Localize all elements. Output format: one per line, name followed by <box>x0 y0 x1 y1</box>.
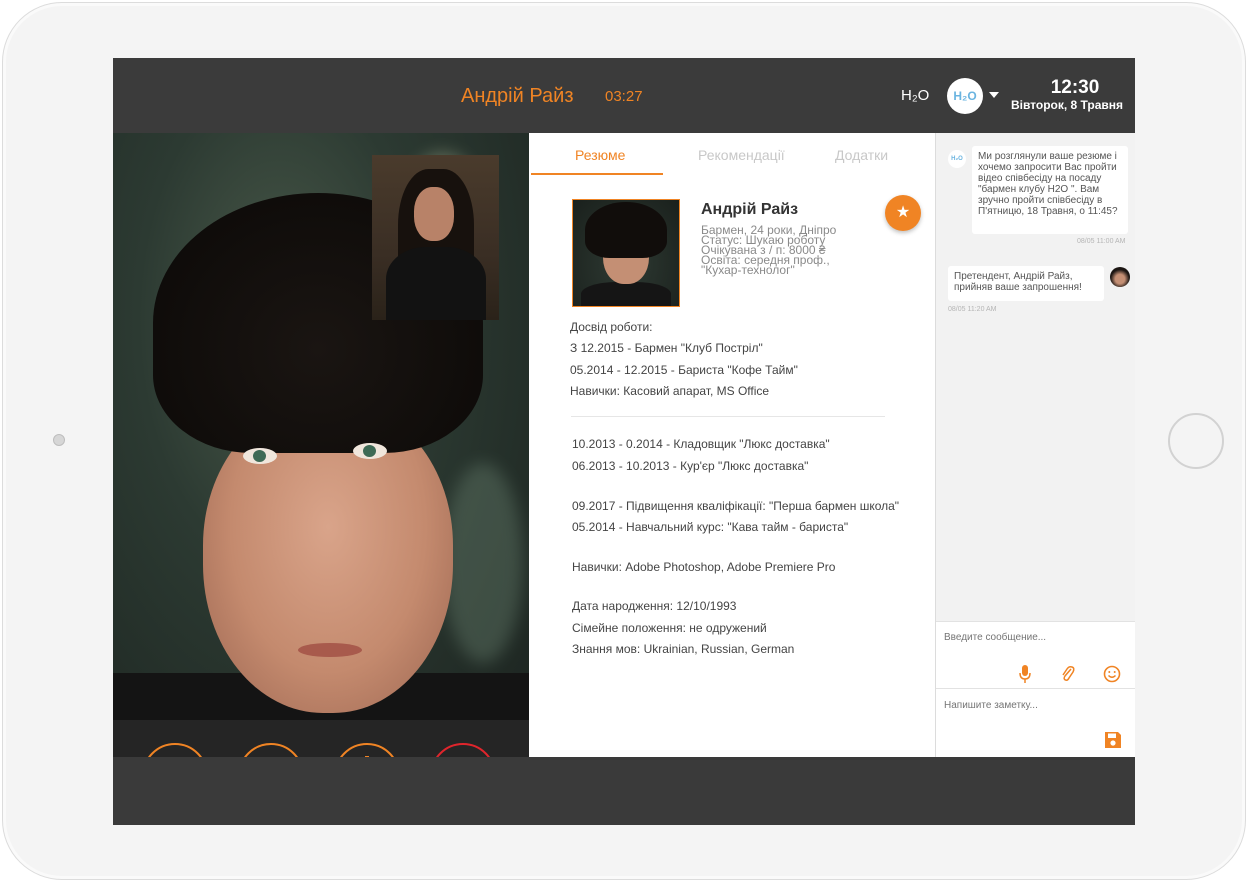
smiley-icon <box>1103 665 1121 683</box>
candidate-avatar <box>1110 267 1130 287</box>
resume-line: 05.2014 - 12.2015 - Бариста "Кофе Тайм" <box>570 363 798 377</box>
star-icon: ★ <box>895 204 911 221</box>
account-avatar[interactable]: H₂O <box>947 78 983 114</box>
company-avatar: H₂O <box>948 150 966 168</box>
tab-attachments[interactable]: Додатки <box>835 147 888 163</box>
video-feed <box>113 133 529 757</box>
home-button[interactable] <box>1168 413 1224 469</box>
message-timestamp: 08/05 11:00 AM <box>1077 238 1126 245</box>
candidate-name: Андрій Райз <box>701 201 799 218</box>
bottom-bar <box>113 757 1135 825</box>
caller-name: Андрій Райз <box>461 85 574 107</box>
add-participant-button[interactable] <box>334 743 400 757</box>
eye <box>353 443 387 459</box>
call-timer: 03:27 <box>605 88 643 105</box>
message-input[interactable] <box>944 632 1124 643</box>
resume-line: 05.2014 - Навчальний курс: "Кава тайм - … <box>572 520 849 534</box>
resume-line: Сімейне положення: не одружений <box>572 621 767 635</box>
paperclip-icon <box>1062 666 1075 681</box>
avatar-text: H₂O <box>953 89 977 103</box>
tab-recommendations[interactable]: Рекомендації <box>698 147 785 163</box>
video-toggle-button[interactable] <box>142 743 208 757</box>
message-timestamp: 08/05 11:20 AM <box>948 306 997 313</box>
divider <box>936 688 1135 689</box>
self-face <box>414 187 454 241</box>
resume-line: Знання мов: Ukrainian, Russian, German <box>572 642 795 656</box>
tab-resume[interactable]: Резюме <box>575 147 625 163</box>
note-input[interactable] <box>944 700 1124 711</box>
background-bokeh <box>443 463 523 663</box>
date: Вівторок, 8 Травня <box>1010 98 1124 112</box>
resume-line: 10.2013 - 0.2014 - Кладовщик "Люкс доста… <box>572 437 830 451</box>
resume-line: 09.2017 - Підвищення кваліфікації: "Перш… <box>572 499 900 513</box>
resume-line: Дата народження: 12/10/1993 <box>572 599 737 613</box>
attach-button[interactable] <box>1058 664 1078 684</box>
chat-message-system: Претендент, Андрій Райз, прийняв ваше за… <box>948 266 1104 301</box>
top-bar: Андрій Райз 03:27 H₂O H₂O 12:30 Вівторок… <box>113 58 1135 133</box>
save-note-button[interactable] <box>1103 730 1123 750</box>
resume-line: Навички: Касовий апарат, MS Office <box>570 384 770 398</box>
save-icon <box>1105 732 1121 748</box>
resume-panel: Резюме Рекомендації Додатки Андрій Райз … <box>529 133 935 757</box>
voice-message-button[interactable] <box>1015 664 1035 684</box>
chat-panel: H₂O Ми розглянули ваше резюме і хочемо з… <box>935 133 1135 758</box>
self-view-preview[interactable] <box>372 155 499 320</box>
favorite-button[interactable]: ★ <box>885 195 921 231</box>
photo-body <box>581 282 671 306</box>
resume-line: Досвід роботи: <box>570 320 653 334</box>
brand-label: H₂O <box>901 87 930 104</box>
candidate-summary: Бармен, 24 роки, Дніпро Статус: Шукаю ро… <box>701 224 836 276</box>
end-call-button[interactable] <box>430 743 496 757</box>
resume-line: Навички: Adobe Photoshop, Adobe Premiere… <box>572 560 836 574</box>
microphone-button[interactable] <box>238 743 304 757</box>
microphone-icon <box>1019 665 1031 683</box>
divider <box>571 416 885 417</box>
photo-hair <box>585 202 667 258</box>
chat-message-incoming: Ми розглянули ваше резюме і хочемо запро… <box>972 146 1128 234</box>
camera-dot <box>53 434 65 446</box>
resume-line: З 12.2015 - Бармен "Клуб Постріл" <box>570 341 763 355</box>
mouth <box>298 643 362 657</box>
chat-input-area <box>936 621 1135 758</box>
resume-line: 06.2013 - 10.2013 - Кур'єр "Люкс доставк… <box>572 459 809 473</box>
emoji-button[interactable] <box>1102 664 1122 684</box>
candidate-photo <box>572 199 680 307</box>
eye <box>243 448 277 464</box>
self-body <box>386 247 486 320</box>
call-controls <box>113 720 529 757</box>
active-tab-indicator <box>531 173 663 175</box>
clock: 12:30 <box>1050 77 1100 98</box>
app-screen: Андрій Райз 03:27 H₂O H₂O 12:30 Вівторок… <box>113 58 1135 825</box>
